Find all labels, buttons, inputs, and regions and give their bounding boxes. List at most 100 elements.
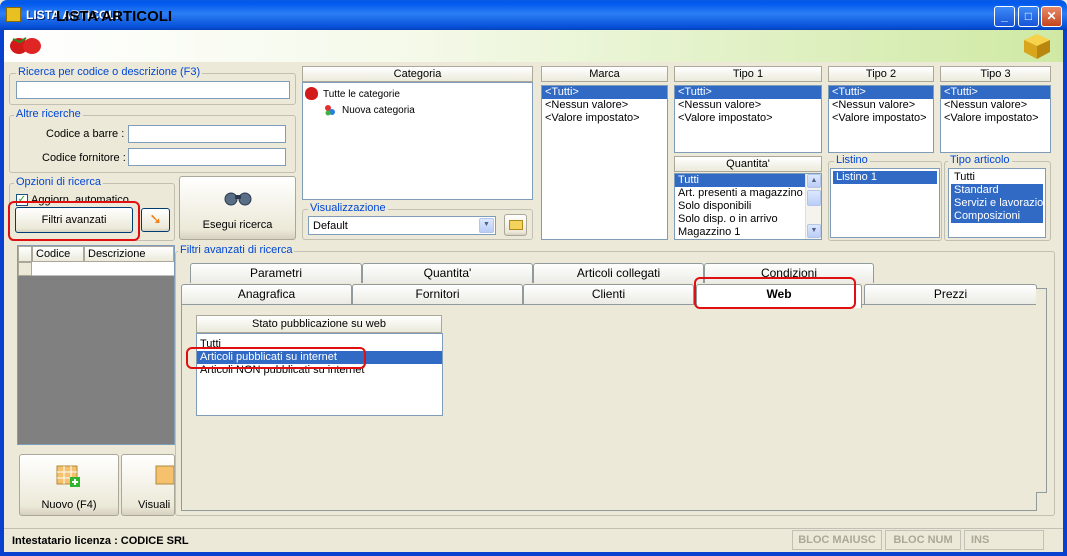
tipo3-item[interactable]: <Nessun valore> — [941, 99, 1050, 112]
tipo2-item[interactable]: <Valore impostato> — [829, 112, 933, 125]
tab-clienti[interactable]: Clienti — [523, 284, 694, 304]
close-button[interactable]: ✕ — [1041, 6, 1062, 27]
cube-icon — [1022, 32, 1052, 60]
strawberry-icon — [8, 35, 42, 55]
folder-icon — [508, 220, 523, 230]
marca-item[interactable]: <Valore impostato> — [542, 112, 667, 125]
tipo2-header: Tipo 2 — [828, 66, 934, 82]
tipo-articolo-item[interactable]: Servizi e lavorazioni — [951, 197, 1045, 210]
quantita-scrollbar[interactable]: ▲ ▼ — [805, 174, 821, 239]
quantita-item[interactable]: Art. presenti a magazzino — [675, 187, 821, 200]
scroll-up-icon[interactable]: ▲ — [807, 174, 821, 188]
chevron-down-icon[interactable]: ▼ — [479, 218, 494, 233]
grid-icon — [155, 465, 174, 489]
filtri-avanzati-label: Filtri avanzati di ricerca — [178, 244, 295, 256]
tipo-articolo-item[interactable]: Composizioni — [951, 210, 1043, 223]
quantita-list[interactable]: Tutti Art. presenti a magazzino Solo dis… — [674, 173, 822, 240]
tree-root-item[interactable]: Tutte le categorie — [323, 89, 400, 100]
search-input[interactable] — [16, 81, 290, 99]
visualizza-label: Visuali — [138, 499, 171, 511]
tipo1-list[interactable]: <Tutti> <Nessun valore> <Valore impostat… — [674, 85, 822, 153]
grid-rowheader — [18, 246, 32, 262]
grid-row-indicator — [18, 262, 32, 276]
visualizza-button[interactable]: Visuali — [121, 454, 175, 516]
barcode-input[interactable] — [128, 125, 286, 143]
scroll-down-icon[interactable]: ▼ — [807, 224, 821, 238]
barcode-label: Codice a barre : — [46, 128, 125, 140]
altre-ricerche-label: Altre ricerche — [14, 108, 83, 120]
listino-list[interactable]: Listino 1 — [830, 168, 940, 238]
scroll-thumb[interactable] — [807, 190, 821, 206]
tipo2-list[interactable]: <Tutti> <Nessun valore> <Valore impostat… — [828, 85, 934, 153]
supplier-code-input[interactable] — [128, 148, 286, 166]
binoculars-icon — [223, 189, 253, 207]
quantita-item[interactable]: Magazzino 1 — [675, 226, 821, 239]
visualizzazione-label: Visualizzazione — [308, 202, 388, 214]
license-text: Intestatario licenza : CODICE SRL — [12, 535, 189, 547]
strawberry-small-icon — [305, 87, 318, 100]
tipo2-item[interactable]: <Tutti> — [829, 86, 933, 99]
visualizzazione-value: Default — [313, 220, 348, 232]
page-title: LISTA ARTICOLI — [56, 8, 173, 25]
opzioni-label: Opzioni di ricerca — [14, 176, 103, 188]
esegui-ricerca-button[interactable]: Esegui ricerca — [179, 176, 296, 240]
tree-child-item[interactable]: Nuova categoria — [342, 105, 415, 116]
esegui-ricerca-label: Esegui ricerca — [202, 219, 273, 231]
caps-lock-indicator: BLOC MAIUSC — [792, 530, 882, 550]
tipo3-item[interactable]: <Valore impostato> — [941, 112, 1050, 125]
highlight-tab-web — [694, 277, 856, 309]
nuovo-button[interactable]: Nuovo (F4) — [19, 454, 119, 516]
supplier-code-label: Codice fornitore : — [42, 152, 126, 164]
quantita-item[interactable]: Solo disp. o in arrivo — [675, 213, 821, 226]
tipo1-item[interactable]: <Valore impostato> — [675, 112, 821, 125]
tipo3-item[interactable]: <Tutti> — [941, 86, 1050, 99]
tipo1-header: Tipo 1 — [674, 66, 822, 82]
tab-fornitori[interactable]: Fornitori — [352, 284, 523, 304]
grid-row[interactable] — [32, 262, 174, 276]
tab-anagrafica[interactable]: Anagrafica — [181, 284, 352, 304]
marca-item[interactable]: <Nessun valore> — [542, 99, 667, 112]
web-status-list[interactable]: Tutti Articoli pubblicati su internet Ar… — [196, 333, 443, 416]
grid-col-descrizione[interactable]: Descrizione — [84, 246, 174, 262]
arrow-button[interactable]: ➘ — [141, 208, 170, 232]
category-icon — [324, 104, 336, 116]
visualizzazione-select[interactable]: Default ▼ — [308, 216, 496, 235]
web-status-header: Stato pubblicazione su web — [196, 315, 442, 333]
tipo-articolo-item[interactable]: Tutti — [951, 171, 1043, 184]
tipo3-header: Tipo 3 — [940, 66, 1051, 82]
highlight-web-status — [186, 347, 366, 369]
tipo1-item[interactable]: <Tutti> — [675, 86, 821, 99]
tipo2-item[interactable]: <Nessun valore> — [829, 99, 933, 112]
tipo-articolo-label: Tipo articolo — [948, 154, 1012, 166]
tab-parametri[interactable]: Parametri — [190, 263, 362, 283]
tab-articoli-collegati[interactable]: Articoli collegati — [533, 263, 704, 283]
search-label: Ricerca per codice o descrizione (F3) — [16, 66, 203, 78]
maximize-button[interactable]: □ — [1018, 6, 1039, 27]
tipo1-item[interactable]: <Nessun valore> — [675, 99, 821, 112]
quantita-header: Quantita' — [674, 156, 822, 172]
minimize-button[interactable]: _ — [994, 6, 1015, 27]
marca-header: Marca — [541, 66, 668, 82]
highlight-filtri-avanzati — [8, 201, 140, 241]
folder-button[interactable] — [504, 214, 527, 236]
tipo-articolo-item[interactable]: Standard — [951, 184, 1043, 197]
tipo3-list[interactable]: <Tutti> <Nessun valore> <Valore impostat… — [940, 85, 1051, 153]
listino-item[interactable]: Listino 1 — [833, 171, 937, 184]
tab-prezzi[interactable]: Prezzi — [864, 284, 1037, 304]
tipo-articolo-list[interactable]: Tutti Standard Servizi e lavorazioni Com… — [948, 168, 1046, 238]
tab-quantita[interactable]: Quantita' — [362, 263, 533, 283]
listino-label: Listino — [834, 154, 870, 166]
num-lock-indicator: BLOC NUM — [885, 530, 961, 550]
new-grid-icon — [56, 465, 82, 489]
tab-side-strip — [1036, 288, 1047, 493]
insert-indicator: INS — [964, 530, 1044, 550]
app-icon — [6, 7, 21, 22]
marca-list[interactable]: <Tutti> <Nessun valore> <Valore impostat… — [541, 85, 668, 240]
orange-arrow-icon: ➘ — [149, 211, 162, 228]
quantita-item[interactable]: Solo disponibili — [675, 200, 821, 213]
grid-col-codice[interactable]: Codice — [32, 246, 84, 262]
marca-item[interactable]: <Tutti> — [542, 86, 667, 99]
quantita-item[interactable]: Tutti — [675, 174, 806, 187]
header-bar — [4, 30, 1063, 62]
categoria-header: Categoria — [302, 66, 533, 82]
